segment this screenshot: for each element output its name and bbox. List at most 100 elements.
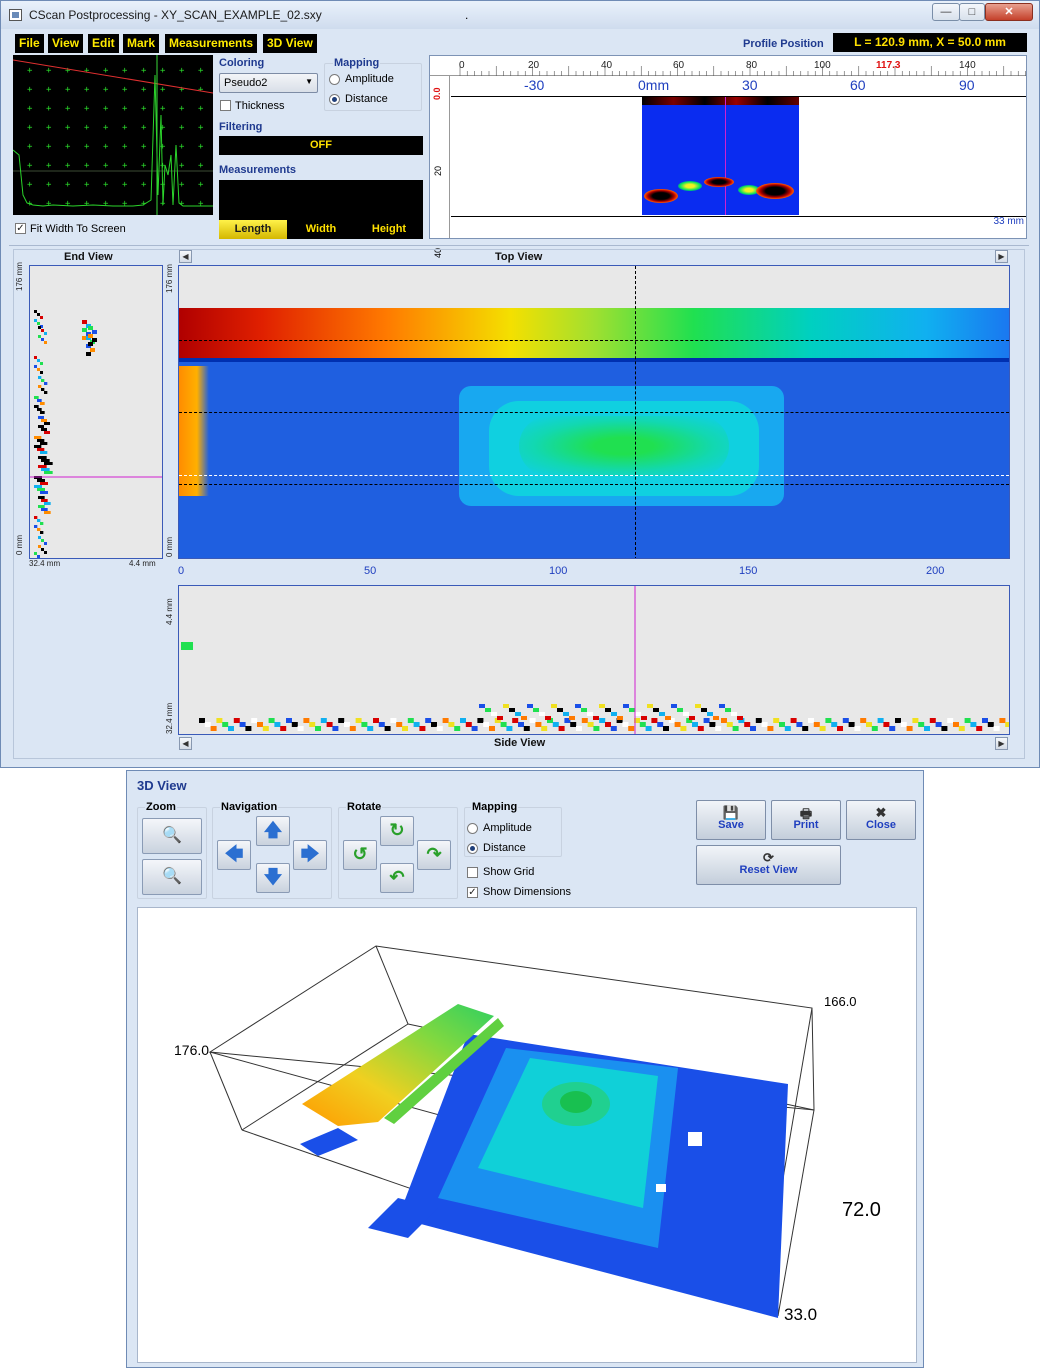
side-view-pixel bbox=[726, 722, 733, 727]
end-view-pixel bbox=[37, 555, 40, 558]
side-view-pixel bbox=[471, 726, 478, 731]
rotate-left-button[interactable]: ↺ bbox=[343, 840, 377, 870]
view3d-canvas[interactable]: 166.0 176.0 72.0 33.0 bbox=[137, 907, 917, 1363]
menu-file[interactable]: File bbox=[15, 34, 44, 53]
title-bar[interactable]: CScan Postprocessing - XY_SCAN_EXAMPLE_0… bbox=[1, 1, 1039, 29]
thickness-checkbox[interactable] bbox=[220, 100, 231, 111]
bscan-axis-30: 30 bbox=[742, 77, 758, 93]
end-view-pixel bbox=[44, 511, 51, 514]
x-tick-0: 0 bbox=[178, 565, 185, 577]
rotate-up-button[interactable]: ↻ bbox=[380, 816, 414, 846]
close-window-button[interactable]: ✕ bbox=[985, 3, 1033, 21]
measurements-display bbox=[219, 180, 423, 220]
ascan-grid-mark: + bbox=[122, 142, 128, 152]
view3d-mapping-label: Mapping bbox=[471, 801, 519, 813]
side-view-pixel bbox=[539, 712, 545, 716]
profile-position-value: L = 120.9 mm, X = 50.0 mm bbox=[833, 33, 1027, 52]
show-dimensions-checkbox[interactable]: ✓ bbox=[467, 887, 478, 898]
view3d-amplitude-radio[interactable] bbox=[467, 823, 478, 834]
side-view-pixel bbox=[999, 718, 1006, 723]
top-ruler-ticks bbox=[459, 66, 1026, 76]
top-view-plot[interactable] bbox=[178, 265, 1010, 559]
coloring-select[interactable]: Pseudo2 ▼ bbox=[219, 73, 318, 93]
side-view-pixel bbox=[744, 722, 751, 727]
ascan-grid-mark: + bbox=[46, 161, 52, 171]
rotate-right-button[interactable]: ↷ bbox=[417, 840, 451, 870]
fit-width-checkbox[interactable]: ✓ bbox=[15, 223, 26, 234]
nav-up-button[interactable]: 🡅 bbox=[256, 816, 290, 846]
side-view-pixel bbox=[719, 704, 725, 708]
minimize-button[interactable]: — bbox=[932, 3, 960, 21]
end-view-pixel bbox=[40, 491, 48, 494]
side-view-scroll-left[interactable]: ◀ bbox=[179, 737, 192, 750]
mapping-amplitude-radio[interactable] bbox=[329, 74, 340, 85]
side-view-pixel bbox=[848, 722, 855, 727]
maximize-button[interactable]: □ bbox=[959, 3, 985, 21]
bscan-image bbox=[642, 97, 799, 215]
side-view-pixel bbox=[639, 722, 646, 727]
view3d-distance-radio[interactable] bbox=[467, 843, 478, 854]
close-button[interactable]: ✖ Close bbox=[846, 800, 916, 840]
top-view-scroll-left[interactable]: ◀ bbox=[179, 250, 192, 263]
ascan-grid-mark: + bbox=[198, 161, 204, 171]
reset-view-button[interactable]: ⟳ Reset View bbox=[696, 845, 841, 885]
side-view-plot[interactable] bbox=[178, 585, 1010, 735]
side-view-pixel bbox=[755, 718, 762, 723]
end-view-pixel bbox=[38, 465, 47, 468]
end-view-pixel bbox=[34, 516, 38, 519]
top-view-scroll-right[interactable]: ▶ bbox=[995, 250, 1008, 263]
side-view-pixel bbox=[982, 718, 988, 723]
ascan-grid-mark: + bbox=[141, 142, 147, 152]
coloring-select-value: Pseudo2 bbox=[224, 77, 268, 89]
menu-measurements[interactable]: Measurements bbox=[165, 34, 258, 53]
ascan-grid-mark: + bbox=[179, 123, 185, 133]
mapping-distance-radio[interactable] bbox=[329, 94, 340, 105]
end-view-pixel bbox=[41, 499, 48, 502]
print-button[interactable]: 🖶 Print bbox=[771, 800, 841, 840]
tab-width[interactable]: Width bbox=[287, 220, 355, 239]
ascan-grid-mark: + bbox=[179, 85, 185, 95]
side-view-pixel bbox=[210, 726, 217, 731]
arrow-right-icon: 🡆 bbox=[300, 844, 320, 864]
ascan-grid-mark: + bbox=[103, 104, 109, 114]
zoom-in-icon: 🔍 bbox=[162, 827, 182, 844]
rotate-down-button[interactable]: ↶ bbox=[380, 863, 414, 893]
save-button[interactable]: 💾 Save bbox=[696, 800, 766, 840]
zoom-out-button[interactable]: 🔍 bbox=[142, 859, 202, 895]
side-view-pixel bbox=[731, 712, 737, 716]
nav-left-button[interactable]: 🡄 bbox=[217, 840, 251, 870]
side-view-pixel bbox=[390, 718, 397, 723]
show-grid-checkbox[interactable] bbox=[467, 867, 478, 878]
filtering-toggle[interactable]: OFF bbox=[219, 136, 423, 155]
end-view-pixel bbox=[92, 338, 97, 342]
printer-icon: 🖶 bbox=[799, 806, 813, 821]
ruler-label-140: 140 bbox=[959, 60, 976, 71]
side-view-scroll-right[interactable]: ▶ bbox=[995, 737, 1008, 750]
side-view-pixel bbox=[448, 722, 455, 727]
bscan-axis-0mm: 0mm bbox=[638, 77, 670, 93]
ascan-grid-mark: + bbox=[103, 123, 109, 133]
mapping-amplitude-label: Amplitude bbox=[345, 73, 394, 85]
menu-3d-view[interactable]: 3D View bbox=[263, 34, 317, 53]
bscan-reflector-5 bbox=[756, 183, 794, 199]
zoom-label: Zoom bbox=[145, 801, 177, 813]
ascan-grid-mark: + bbox=[27, 85, 33, 95]
side-view-pixel bbox=[784, 726, 791, 731]
side-view-pixel bbox=[396, 722, 403, 727]
left-ruler-0: 0.0 bbox=[432, 87, 442, 100]
tab-length[interactable]: Length bbox=[219, 220, 287, 239]
ascan-grid-mark: + bbox=[122, 123, 128, 133]
end-view-title: End View bbox=[64, 251, 113, 263]
nav-down-button[interactable]: 🡇 bbox=[256, 863, 290, 893]
end-view-pixel bbox=[40, 451, 48, 454]
menu-mark[interactable]: Mark bbox=[123, 34, 160, 53]
tab-height[interactable]: Height bbox=[355, 220, 423, 239]
nav-right-button[interactable]: 🡆 bbox=[293, 840, 327, 870]
menu-view[interactable]: View bbox=[48, 34, 84, 53]
end-view-pixel bbox=[44, 422, 50, 425]
ascan-grid-mark: + bbox=[122, 104, 128, 114]
menu-edit[interactable]: Edit bbox=[88, 34, 119, 53]
side-view-pixel bbox=[332, 726, 339, 731]
zoom-in-button[interactable]: 🔍 bbox=[142, 818, 202, 854]
filtering-label: Filtering bbox=[219, 121, 263, 133]
